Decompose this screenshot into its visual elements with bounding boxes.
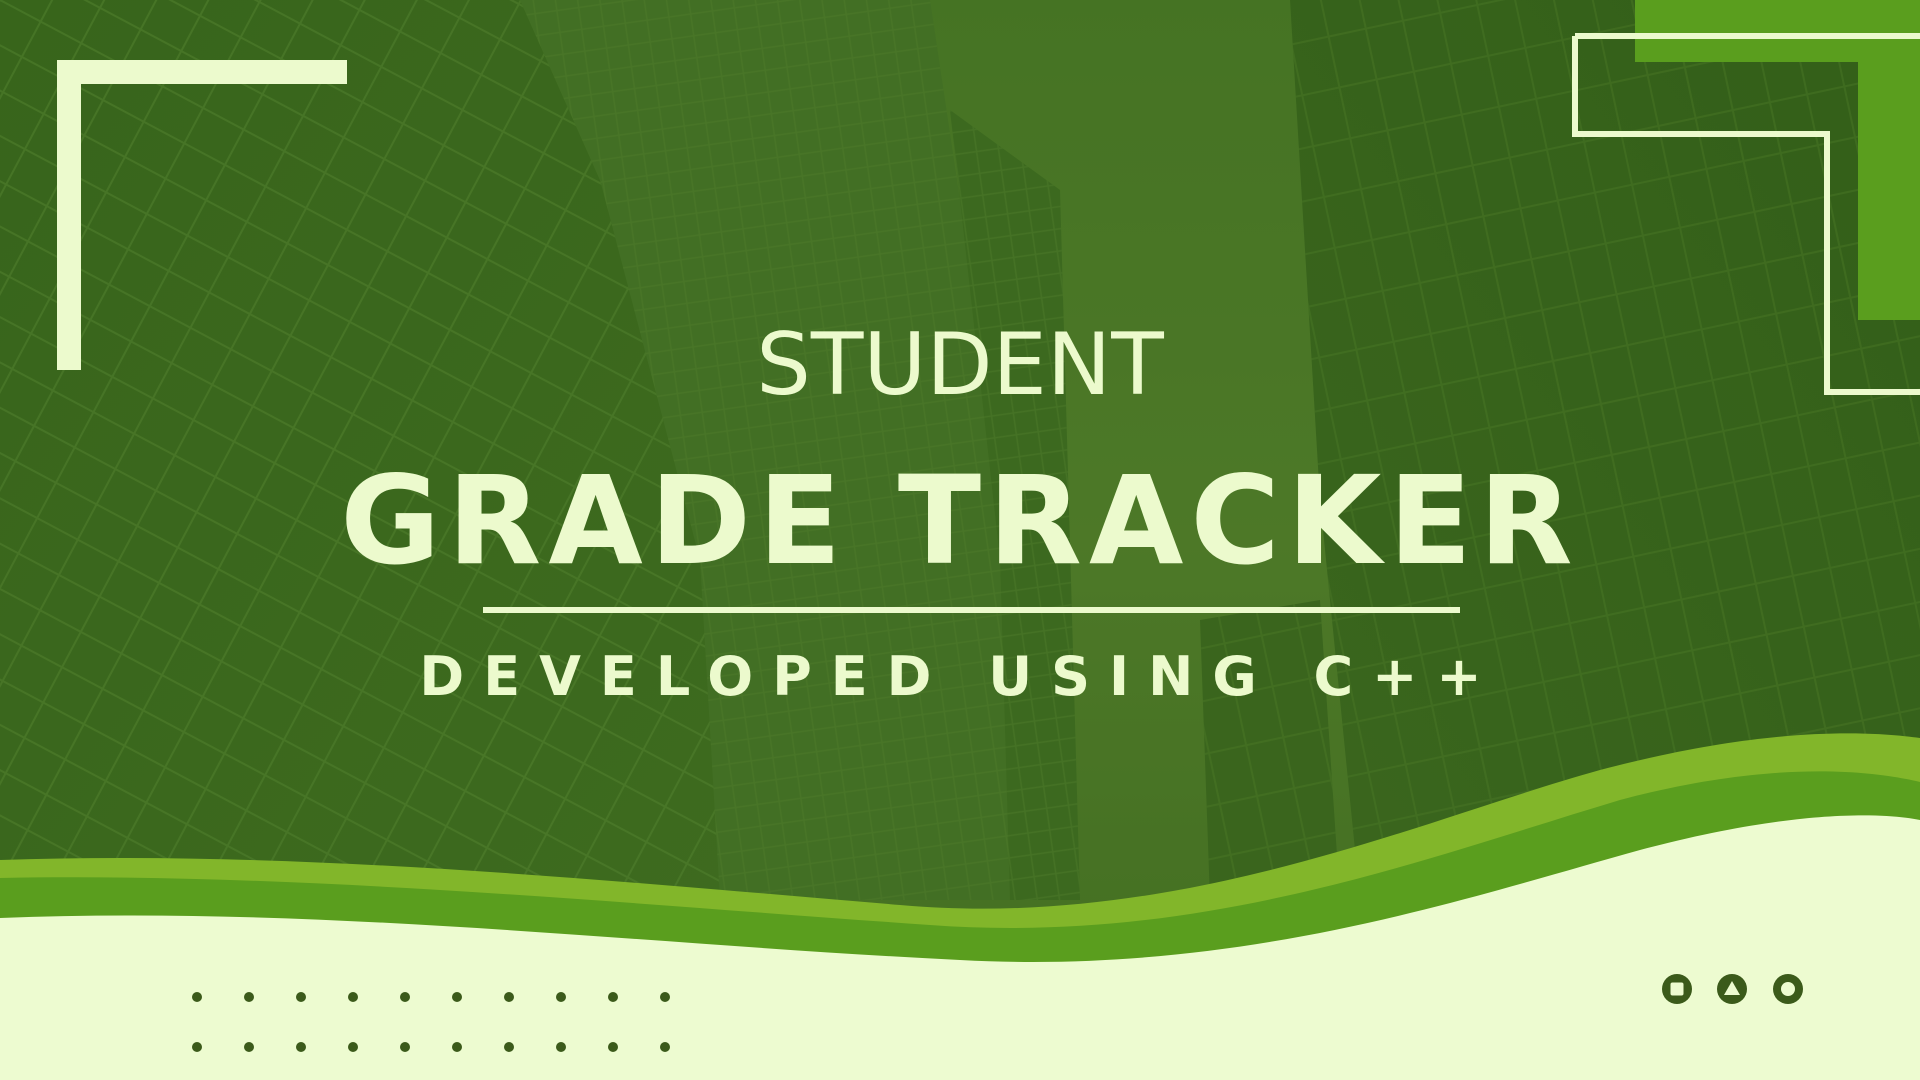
shape-icons-group [1662,974,1803,1004]
circle-in-circle-icon [1773,974,1803,1004]
title-slide: STUDENT GRADE TRACKER DEVELOPED USING C+… [0,0,1920,1080]
square-in-circle-icon [1662,974,1692,1004]
title-grade-tracker: GRADE TRACKER [340,450,1580,592]
triangle-in-circle-icon [1717,974,1747,1004]
title-student: STUDENT [756,315,1164,415]
subtitle-developed-using: DEVELOPED USING C++ [419,645,1501,708]
title-divider [483,607,1460,613]
